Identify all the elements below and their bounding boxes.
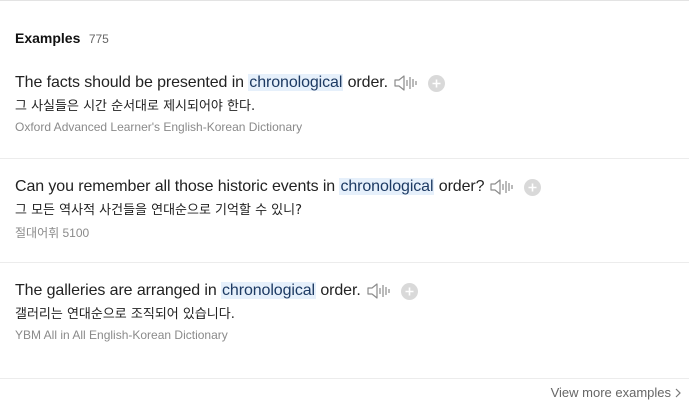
highlighted-term[interactable]: chronological (221, 282, 316, 299)
sentence-text: Can you remember all those historic even… (15, 178, 340, 195)
example-source: Oxford Advanced Learner's English-Korean… (15, 120, 303, 134)
examples-count: 775 (88, 32, 109, 46)
highlighted-term[interactable]: chronological (248, 74, 344, 91)
examples-title: Examples (15, 30, 81, 46)
example-item: Can you remember all those historic even… (15, 175, 689, 241)
sentence-text: The galleries are arranged in (15, 282, 222, 299)
divider (0, 262, 689, 263)
add-to-wordbook-plus-icon[interactable] (524, 178, 542, 196)
sentence-text: The facts should be presented in (15, 74, 249, 91)
example-sentence-row: Can you remember all those historic even… (15, 175, 689, 199)
example-source: YBM All in All English-Korean Dictionary (15, 328, 228, 342)
example-translation: 그 사실들은 시간 순서대로 제시되어야 한다. (15, 99, 256, 114)
examples-header: Examples 775 (15, 30, 109, 48)
speaker-icon[interactable] (367, 282, 391, 300)
top-border (0, 0, 689, 1)
add-to-wordbook-plus-icon[interactable] (400, 282, 418, 300)
example-source: 절대어휘 5100 (15, 226, 90, 240)
example-sentence-row: The galleries are arranged in chronologi… (15, 279, 689, 303)
sentence-text: order. (343, 74, 388, 91)
example-sentence: The galleries are arranged in chronologi… (15, 282, 361, 300)
example-item: The facts should be presented in chronol… (15, 71, 689, 134)
example-item: The galleries are arranged in chronologi… (15, 279, 689, 342)
highlighted-term[interactable]: chronological (339, 178, 435, 195)
speaker-icon[interactable] (490, 178, 514, 196)
divider (0, 158, 689, 159)
view-more-examples-link[interactable]: View more examples (551, 385, 681, 400)
example-sentence-row: The facts should be presented in chronol… (15, 71, 689, 95)
example-sentence: The facts should be presented in chronol… (15, 74, 388, 92)
chevron-right-icon (675, 388, 681, 397)
example-translation: 그 모든 역사적 사건들을 연대순으로 기억할 수 있니? (15, 203, 302, 218)
add-to-wordbook-plus-icon[interactable] (427, 74, 445, 92)
example-sentence: Can you remember all those historic even… (15, 178, 485, 196)
speaker-icon[interactable] (394, 74, 418, 92)
example-translation: 갤러리는 연대순으로 조직되어 있습니다. (15, 307, 235, 322)
divider (0, 378, 689, 379)
view-more-label: View more examples (550, 385, 671, 400)
sentence-text: order? (434, 178, 485, 195)
sentence-text: order. (316, 282, 361, 299)
